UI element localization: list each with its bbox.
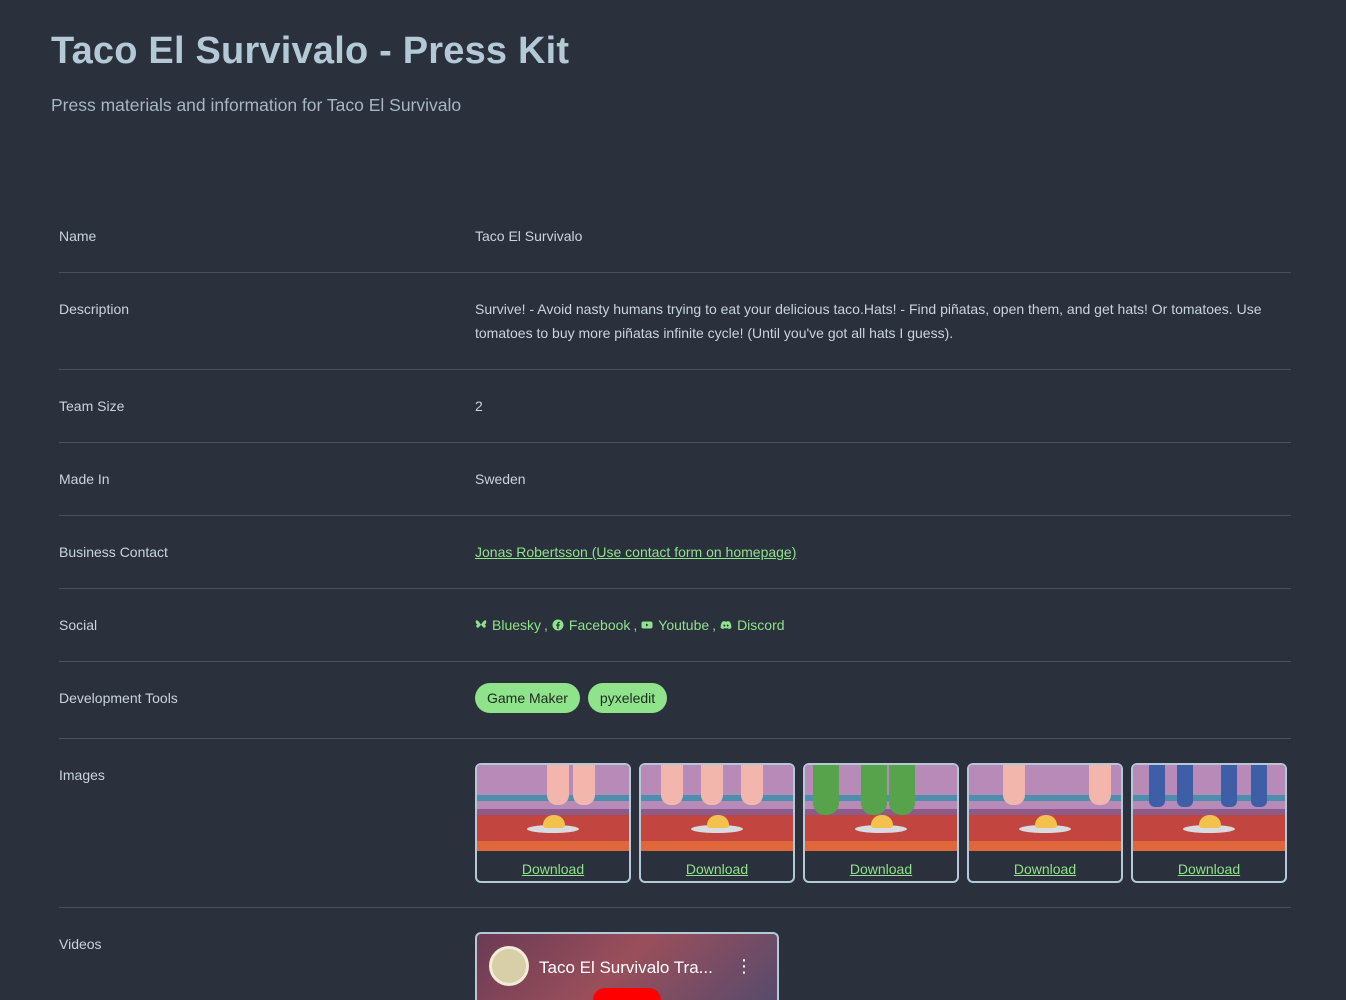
- row-name: Name Taco El Survivalo: [59, 200, 1291, 273]
- download-link[interactable]: Download: [1178, 857, 1240, 881]
- press-kit-table: Name Taco El Survivalo Description Survi…: [59, 200, 1291, 1000]
- bluesky-icon: [475, 620, 487, 628]
- row-label: Made In: [59, 471, 110, 487]
- page-title: Taco El Survivalo - Press Kit: [51, 30, 570, 72]
- screenshot-thumbnail: [641, 765, 793, 851]
- download-link[interactable]: Download: [1014, 857, 1076, 881]
- social-separator: ,: [544, 617, 548, 633]
- row-label: Images: [59, 767, 105, 783]
- business-contact-link[interactable]: Jonas Robertsson (Use contact form on ho…: [475, 544, 796, 560]
- tool-tags: Game Maker pyxeledit: [475, 683, 1291, 713]
- channel-avatar: [489, 946, 529, 986]
- row-team-size: Team Size 2: [59, 370, 1291, 443]
- row-label: Videos: [59, 936, 102, 952]
- image-card[interactable]: Download: [803, 763, 959, 883]
- row-label: Name: [59, 228, 97, 244]
- play-button-icon[interactable]: [593, 988, 661, 1000]
- row-label: Description: [59, 301, 130, 317]
- screenshot-thumbnail: [805, 765, 957, 851]
- tool-tag: Game Maker: [475, 683, 580, 713]
- screenshot-thumbnail: [1133, 765, 1285, 851]
- row-images: Images Download Download Download Downlo…: [59, 739, 1291, 908]
- facebook-label: Facebook: [568, 617, 631, 633]
- game-name-value: Taco El Survivalo: [475, 228, 583, 244]
- press-kit-page: Taco El Survivalo - Press Kit Press mate…: [0, 0, 1346, 1000]
- row-description: Description Survive! - Avoid nasty human…: [59, 273, 1291, 370]
- row-label: Social: [59, 617, 98, 633]
- discord-link[interactable]: Discord: [720, 613, 785, 637]
- row-label: Business Contact: [59, 544, 168, 560]
- page-subtitle: Press materials and information for Taco…: [51, 95, 462, 115]
- social-links: Bluesky , Facebook , Youtube , Discord: [475, 613, 1291, 637]
- row-business-contact: Business Contact Jonas Robertsson (Use c…: [59, 516, 1291, 589]
- screenshot-thumbnail: [969, 765, 1121, 851]
- facebook-link[interactable]: Facebook: [552, 613, 630, 637]
- screenshot-thumbnail: [477, 765, 629, 851]
- download-link[interactable]: Download: [850, 857, 912, 881]
- youtube-label: Youtube: [658, 617, 710, 633]
- made-in-value: Sweden: [475, 471, 526, 487]
- discord-icon: [720, 621, 732, 630]
- video-title[interactable]: Taco El Survivalo Tra...: [539, 956, 713, 980]
- row-label: Team Size: [59, 398, 125, 414]
- row-videos: Videos Taco El Survivalo Tra... ⋮: [59, 908, 1291, 1000]
- social-separator: ,: [633, 617, 638, 633]
- bluesky-link[interactable]: Bluesky: [475, 613, 541, 637]
- download-link[interactable]: Download: [686, 857, 748, 881]
- youtube-icon: [641, 621, 653, 629]
- description-value: Survive! - Avoid nasty humans trying to …: [475, 301, 1262, 341]
- image-gallery: Download Download Download Download Down…: [475, 763, 1291, 883]
- facebook-icon: [552, 619, 564, 631]
- page-header: Taco El Survivalo - Press Kit Press mate…: [51, 28, 569, 116]
- more-options-icon[interactable]: ⋮: [735, 954, 753, 978]
- row-made-in: Made In Sweden: [59, 443, 1291, 516]
- video-embed[interactable]: Taco El Survivalo Tra... ⋮: [475, 932, 779, 1000]
- bluesky-label: Bluesky: [492, 617, 542, 633]
- image-card[interactable]: Download: [1131, 763, 1287, 883]
- youtube-link[interactable]: Youtube: [641, 613, 709, 637]
- social-separator: ,: [712, 617, 717, 633]
- download-link[interactable]: Download: [522, 857, 584, 881]
- row-development-tools: Development Tools Game Maker pyxeledit: [59, 662, 1291, 739]
- image-card[interactable]: Download: [475, 763, 631, 883]
- team-size-value: 2: [475, 398, 483, 414]
- tool-tag: pyxeledit: [587, 683, 668, 713]
- row-social: Social Bluesky , Facebook , Youtube , Di…: [59, 589, 1291, 662]
- row-label: Development Tools: [59, 690, 178, 706]
- image-card[interactable]: Download: [967, 763, 1123, 883]
- discord-label: Discord: [737, 617, 785, 633]
- image-card[interactable]: Download: [639, 763, 795, 883]
